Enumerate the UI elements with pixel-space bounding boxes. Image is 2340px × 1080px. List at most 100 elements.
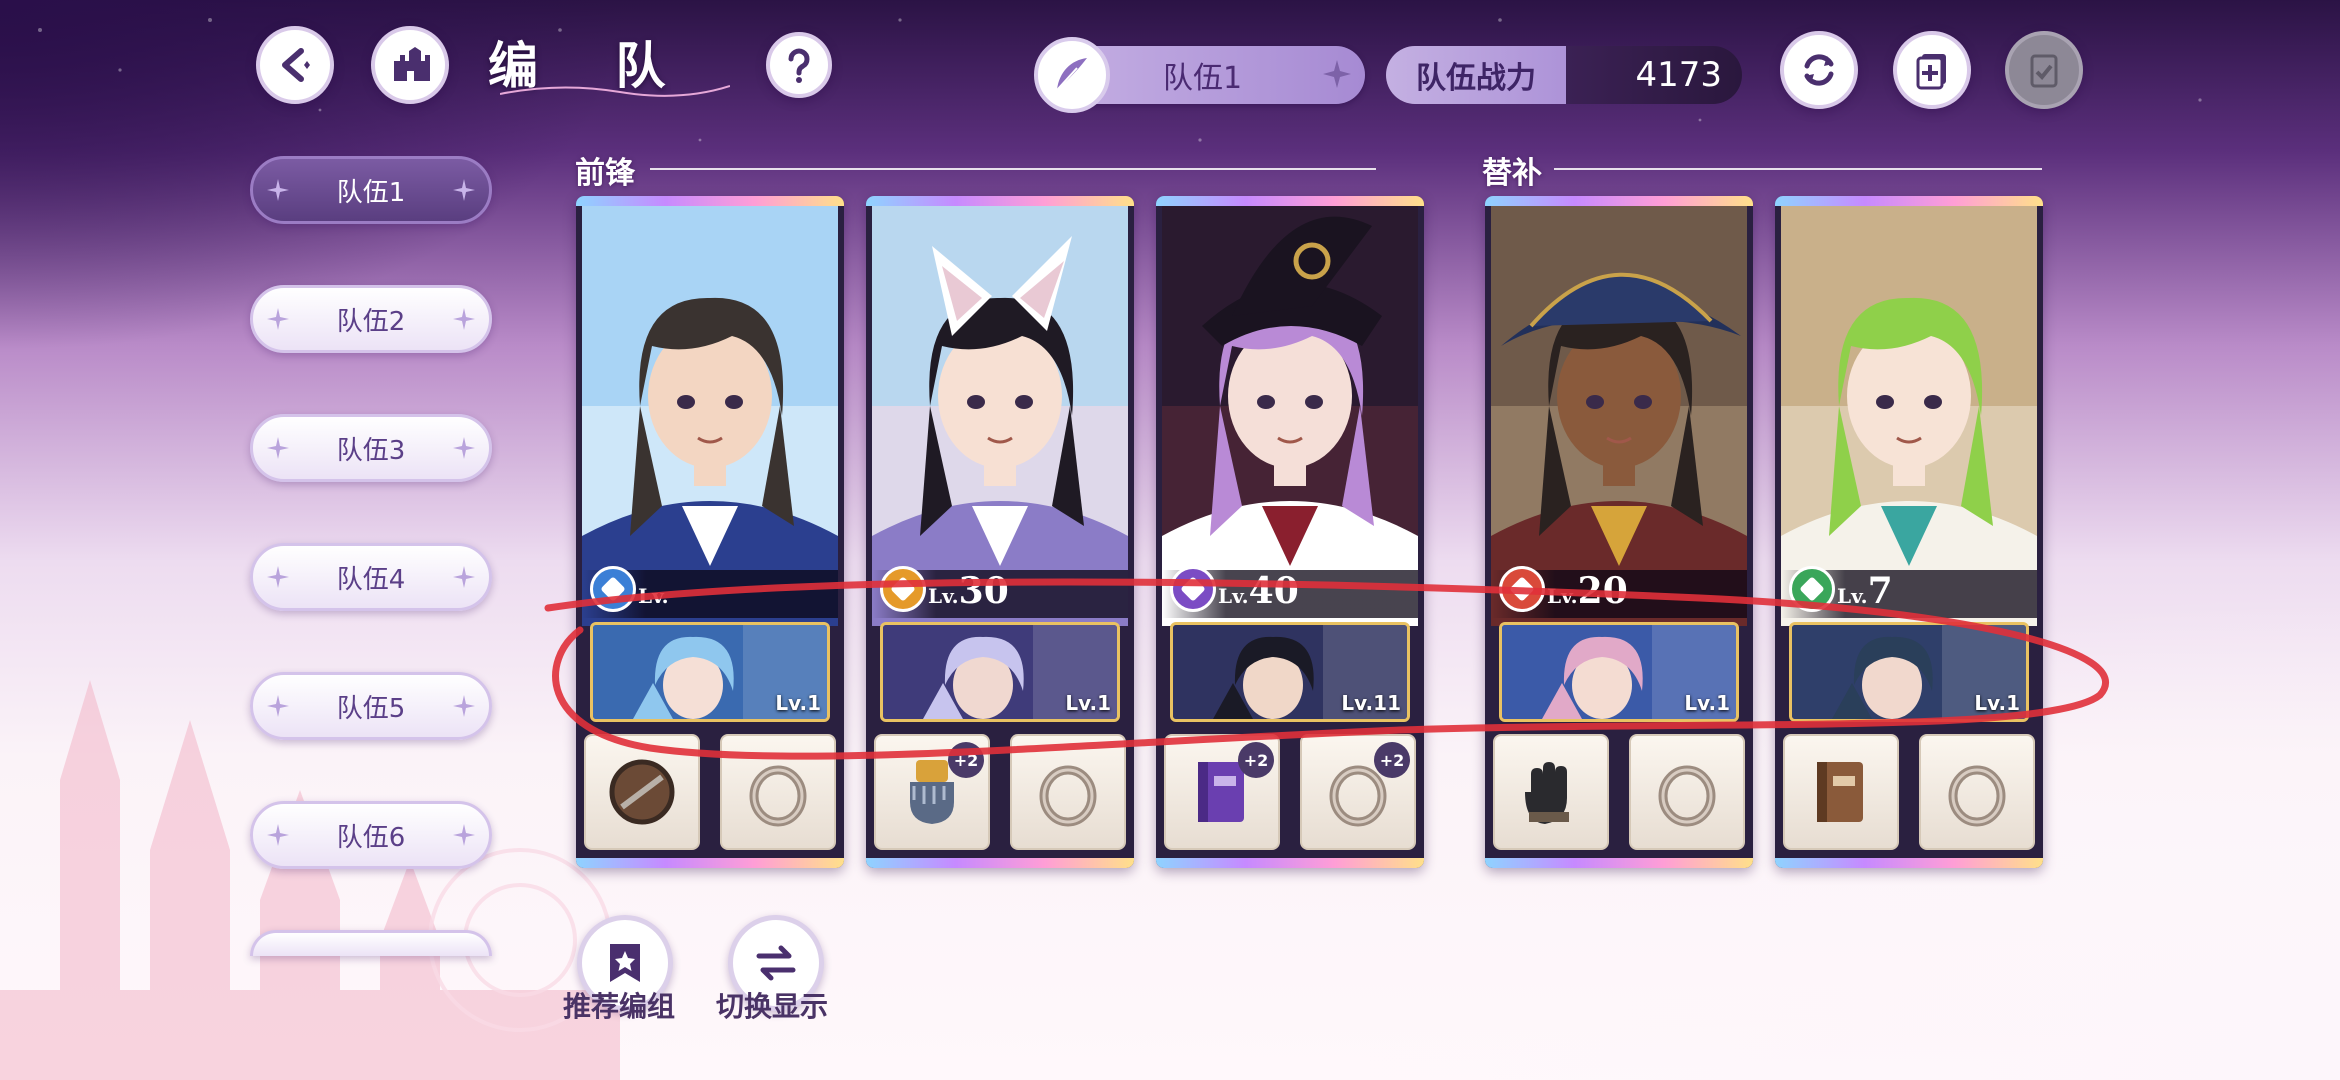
character-card-5[interactable]: Lv.7 Lv.1 [1775, 196, 2043, 868]
character-portrait-frame [1781, 206, 2037, 626]
equipment-slot-1[interactable] [1783, 734, 1899, 850]
ring-icon [1658, 765, 1716, 827]
tab-team-6[interactable]: 队伍6 [250, 801, 492, 869]
character-portrait-frame [1162, 206, 1418, 626]
tab-team-5[interactable]: 队伍5 [250, 672, 492, 740]
equipment-slot-1[interactable] [1493, 734, 1609, 850]
sparkle-icon [453, 308, 475, 330]
character-card-3[interactable]: Lv.40 Lv.11 +2 +2 [1156, 196, 1424, 868]
element-badge-icon [880, 566, 926, 612]
sparkle-icon [453, 824, 475, 846]
home-button[interactable] [371, 26, 449, 104]
sparkle-icon [267, 824, 289, 846]
tab-label: 队伍1 [336, 177, 406, 208]
checklist-icon [2030, 54, 2058, 88]
question-icon [788, 48, 810, 83]
enhance-badge: +2 [1238, 742, 1274, 778]
feather-icon [1056, 58, 1087, 91]
star-bookmark-icon [610, 944, 640, 982]
character-portrait [1781, 206, 2037, 626]
sparkle-icon [267, 566, 289, 588]
equipment-slot-2[interactable] [1629, 734, 1745, 850]
tab-label: 队伍5 [336, 693, 406, 724]
support-level: Lv.1 [775, 691, 821, 715]
castle-icon [394, 47, 430, 81]
character-portrait [1491, 206, 1747, 626]
switch-display-label: 切换显示 [716, 990, 829, 1023]
sparkle-icon [453, 566, 475, 588]
tab-team-7[interactable] [250, 930, 492, 956]
sparkle-icon [453, 179, 475, 201]
refresh-icon [1804, 54, 1834, 86]
refresh-button[interactable] [1780, 31, 1858, 109]
sparkle-icon [453, 437, 475, 459]
support-character-slot[interactable]: Lv.1 [880, 622, 1120, 722]
element-badge-icon [1170, 566, 1216, 612]
shield-icon [609, 759, 675, 825]
equipment-slot-2[interactable] [720, 734, 836, 850]
book-icon [1817, 762, 1863, 822]
ring-icon [1948, 765, 2006, 827]
recommend-team-label: 推荐编组 [563, 990, 676, 1023]
enhance-badge: +2 [948, 742, 984, 778]
character-level: Lv.20 [1547, 570, 1628, 612]
enhance-badge: +2 [1374, 742, 1410, 778]
help-button[interactable] [766, 32, 832, 98]
character-portrait [872, 206, 1128, 626]
sparkle-icon [453, 695, 475, 717]
title-flourish [500, 85, 730, 97]
tab-team-4[interactable]: 队伍4 [250, 543, 492, 611]
character-level: Lv. [638, 584, 669, 608]
equipment-slot-1[interactable]: +2 [874, 734, 990, 850]
sub-section-label: 替补 [1482, 156, 1542, 191]
equipment-slot-1[interactable] [584, 734, 700, 850]
add-document-icon [1916, 54, 1946, 90]
front-section-label: 前锋 [575, 156, 635, 191]
glove-icon [1525, 762, 1569, 824]
character-level: Lv.7 [1837, 570, 1893, 612]
equipment-slot-1[interactable]: +2 [1164, 734, 1280, 850]
character-level: Lv.40 [1218, 570, 1299, 612]
sparkle-icon [267, 437, 289, 459]
tab-team-1[interactable]: 队伍1 [250, 156, 492, 224]
support-level: Lv.11 [1341, 691, 1401, 715]
character-portrait [582, 206, 838, 626]
team-power-label: 队伍战力 [1386, 46, 1566, 104]
support-character-slot[interactable]: Lv.1 [1499, 622, 1739, 722]
equipment-slot-2[interactable]: +2 [1300, 734, 1416, 850]
tab-label: 队伍2 [336, 306, 406, 337]
tab-label: 队伍4 [336, 564, 406, 595]
add-copy-button[interactable] [1893, 31, 1971, 109]
team-power-value: 4173 [1566, 46, 1742, 104]
support-character-slot[interactable]: Lv.1 [590, 622, 830, 722]
character-portrait [1162, 206, 1418, 626]
support-level: Lv.1 [1974, 691, 2020, 715]
element-badge-icon [1789, 566, 1835, 612]
character-portrait-frame [1491, 206, 1747, 626]
swap-arrows-icon [756, 945, 796, 981]
back-arrow-icon [282, 48, 310, 82]
character-portrait-frame [872, 206, 1128, 626]
back-button[interactable] [256, 26, 334, 104]
support-level: Lv.1 [1684, 691, 1730, 715]
character-card-1[interactable]: Lv. Lv.1 [576, 196, 844, 868]
character-card-4[interactable]: Lv.20 Lv.1 [1485, 196, 1753, 868]
sparkle-icon [267, 695, 289, 717]
character-level: Lv.30 [928, 570, 1009, 612]
support-character-slot[interactable]: Lv.1 [1789, 622, 2029, 722]
confirm-button[interactable] [2005, 31, 2083, 109]
tab-team-3[interactable]: 队伍3 [250, 414, 492, 482]
element-badge-icon [590, 566, 636, 612]
tab-team-2[interactable]: 队伍2 [250, 285, 492, 353]
feather-emblem [1034, 37, 1110, 113]
sub-section-divider [1554, 168, 2042, 170]
equipment-slot-2[interactable] [1919, 734, 2035, 850]
character-card-2[interactable]: Lv.30 Lv.1 +2 [866, 196, 1134, 868]
team-selector-label: 队伍1 [1162, 61, 1243, 96]
sparkle-icon [1323, 60, 1351, 88]
sparkle-icon [267, 179, 289, 201]
sparkle-icon [267, 308, 289, 330]
equipment-slot-2[interactable] [1010, 734, 1126, 850]
ring-icon [1039, 765, 1097, 827]
support-character-slot[interactable]: Lv.11 [1170, 622, 1410, 722]
